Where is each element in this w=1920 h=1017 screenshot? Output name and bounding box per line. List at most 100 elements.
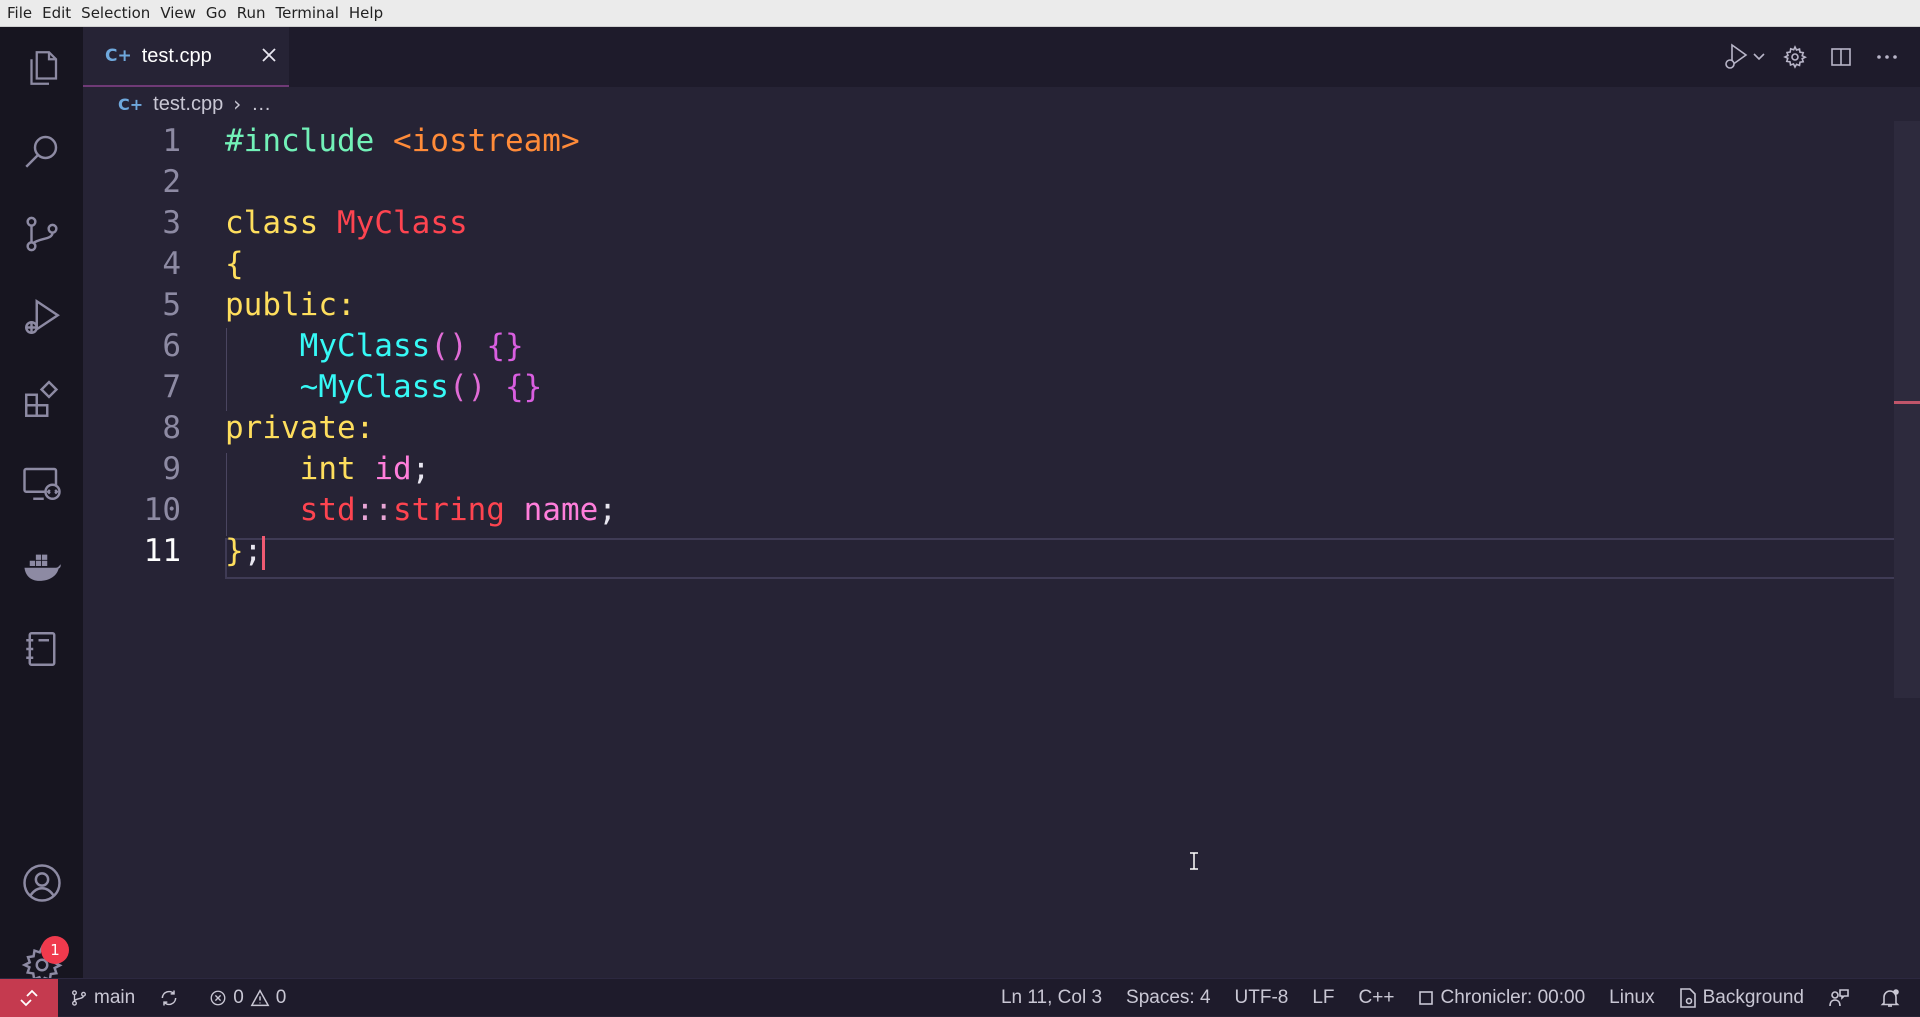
language-mode[interactable]: C++ — [1347, 979, 1407, 1017]
cpp-file-icon: C+ — [105, 46, 132, 66]
tab-bar: C+ test.cpp — [83, 27, 1920, 87]
code-token: :: — [355, 492, 393, 528]
code-line[interactable]: 2 — [83, 162, 1920, 204]
sync-button[interactable] — [147, 979, 197, 1017]
bell-icon — [1880, 989, 1900, 1007]
docker-icon[interactable] — [0, 535, 83, 597]
breadcrumb-symbols[interactable]: … — [251, 93, 271, 116]
code-token: MyClass — [299, 328, 431, 364]
code-token: : — [355, 410, 375, 446]
problems-indicator[interactable]: 0 0 — [197, 979, 298, 1017]
code-line[interactable]: 6 MyClass() {} — [83, 326, 1920, 368]
text-cursor-icon — [1190, 852, 1198, 870]
code-editor[interactable]: 1 #include <iostream> 2 3 class MyClass 4{5 pu… — [83, 121, 1920, 978]
line-code: std::string name; — [225, 490, 617, 532]
line-number: 5 — [162, 287, 181, 323]
menu-edit[interactable]: Edit — [37, 0, 76, 27]
breadcrumb-file[interactable]: test.cpp — [153, 93, 223, 116]
code-token: () — [448, 369, 487, 405]
menu-file[interactable]: File — [2, 0, 37, 27]
run-debug-icon[interactable] — [0, 286, 83, 348]
line-code: MyClass() {} — [225, 326, 524, 368]
notebook-icon[interactable] — [0, 618, 83, 680]
code-line[interactable]: 11}; — [83, 531, 1920, 573]
explorer-icon[interactable] — [0, 37, 83, 99]
warning-count: 0 — [275, 986, 287, 1008]
feedback-button[interactable] — [1816, 979, 1868, 1017]
code-token: public — [225, 287, 337, 323]
code-token: private — [225, 410, 356, 446]
cpp-file-icon: C+ — [118, 94, 144, 114]
gear-icon[interactable] — [1772, 34, 1818, 80]
line-number: 10 — [143, 492, 181, 528]
code-line[interactable]: 1 #include <iostream> — [83, 121, 1920, 163]
os-indicator[interactable]: Linux — [1597, 979, 1666, 1017]
line-code: class MyClass — [225, 203, 468, 245]
encoding[interactable]: UTF-8 — [1223, 979, 1301, 1017]
extensions-icon[interactable] — [0, 369, 83, 431]
line-code: private: — [225, 408, 374, 450]
chronicler-status[interactable]: Chronicler: 00:00 — [1406, 979, 1597, 1017]
menu-go[interactable]: Go — [201, 0, 232, 27]
code-line[interactable]: 9 int id; — [83, 449, 1920, 491]
line-number: 8 — [162, 410, 181, 446]
code-token: {} — [504, 369, 543, 405]
code-line[interactable]: 4{ — [83, 244, 1920, 286]
sync-icon — [161, 990, 177, 1005]
branch-indicator[interactable]: main — [58, 979, 147, 1017]
line-code: { — [225, 244, 244, 286]
code-token: class — [225, 205, 319, 241]
close-icon[interactable] — [255, 41, 283, 69]
code-line[interactable]: 10 std::string name; — [83, 490, 1920, 532]
code-token: <iostream> — [392, 123, 580, 159]
background-status[interactable]: Background — [1667, 979, 1816, 1017]
code-token: id — [374, 451, 412, 487]
code-line[interactable]: 7 ~MyClass() {} — [83, 367, 1920, 409]
status-bar: main 0 0 Ln 11, Col 3 Spaces: 4 UTF-8 LF… — [0, 978, 1920, 1017]
end-of-line[interactable]: LF — [1300, 979, 1346, 1017]
line-number: 11 — [143, 533, 181, 569]
line-number: 6 — [162, 328, 181, 364]
search-icon[interactable] — [0, 120, 83, 182]
error-count: 0 — [233, 986, 244, 1008]
line-code: #include <iostream> — [225, 121, 580, 163]
stop-square-icon — [1419, 991, 1434, 1005]
line-number: 3 — [162, 205, 181, 241]
code-line[interactable]: 3 class MyClass — [83, 203, 1920, 245]
code-token: : — [336, 287, 356, 323]
remote-explorer-icon[interactable] — [0, 452, 83, 514]
scrollbar-cursor-marker — [1894, 401, 1920, 404]
tab-test-cpp[interactable]: C+ test.cpp — [83, 27, 289, 87]
indentation[interactable]: Spaces: 4 — [1114, 979, 1223, 1017]
document-gear-icon — [1679, 988, 1696, 1008]
menu-selection[interactable]: Selection — [76, 0, 155, 27]
run-debug-dropdown-icon[interactable] — [1716, 34, 1772, 80]
remote-indicator[interactable] — [0, 978, 58, 1017]
branch-name: main — [94, 986, 136, 1008]
code-token: std — [299, 492, 356, 528]
status-bar-right: Ln 11, Col 3 Spaces: 4 UTF-8 LF C++ Chro… — [989, 979, 1920, 1017]
more-actions-icon[interactable] — [1864, 34, 1910, 80]
menu-view[interactable]: View — [155, 0, 201, 27]
account-icon[interactable] — [0, 852, 83, 914]
code-token: ; — [598, 492, 617, 528]
scrollbar[interactable] — [1894, 121, 1920, 698]
notifications-button[interactable] — [1868, 979, 1920, 1017]
split-editor-icon[interactable] — [1818, 34, 1864, 80]
code-token: ; — [411, 451, 431, 487]
code-token: { — [225, 246, 244, 282]
menu-terminal[interactable]: Terminal — [271, 0, 344, 27]
code-line[interactable]: 5 public: — [83, 285, 1920, 327]
line-code: ~MyClass() {} — [225, 367, 543, 409]
menu-run[interactable]: Run — [232, 0, 271, 27]
code-line[interactable]: 8 private: — [83, 408, 1920, 450]
cursor-position[interactable]: Ln 11, Col 3 — [989, 979, 1114, 1017]
menu-help[interactable]: Help — [344, 0, 388, 27]
source-control-icon[interactable] — [0, 203, 83, 265]
